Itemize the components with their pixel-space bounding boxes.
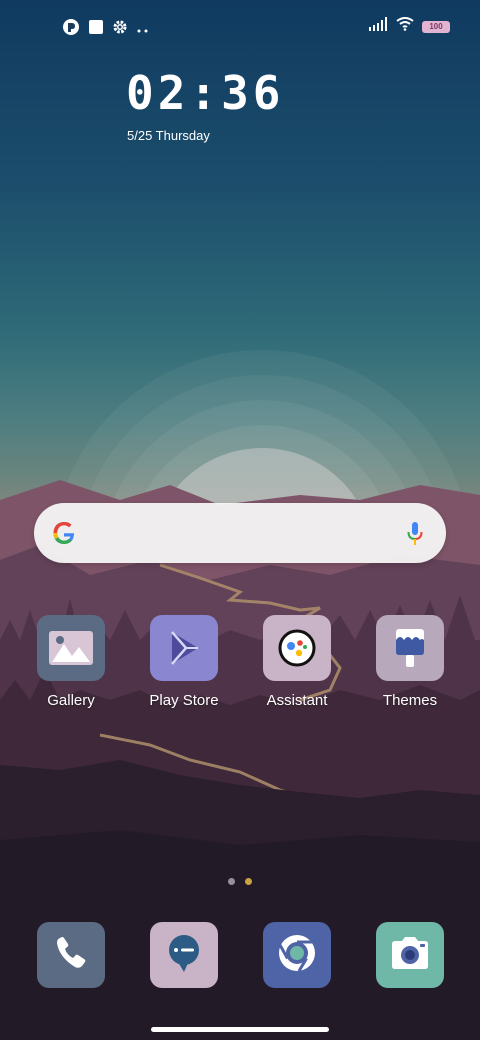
more-dots-icon xyxy=(136,21,150,39)
play-store-icon[interactable] xyxy=(150,615,218,681)
dock-messages[interactable] xyxy=(150,922,218,988)
status-bar-system: 100 xyxy=(368,17,450,36)
phone-icon xyxy=(51,933,91,978)
page-dot-active xyxy=(245,878,252,885)
google-logo-icon xyxy=(50,519,78,552)
status-bar: 100 xyxy=(0,0,480,56)
microphone-icon[interactable] xyxy=(406,521,424,552)
app-notification-icon xyxy=(62,18,80,41)
square-notification-icon xyxy=(88,19,104,40)
app-label: Assistant xyxy=(266,692,328,709)
app-gallery[interactable]: Gallery xyxy=(26,615,116,709)
dock-chrome[interactable] xyxy=(263,922,331,988)
battery-icon: 100 xyxy=(422,20,450,33)
app-label: Themes xyxy=(382,692,438,709)
dock-camera[interactable] xyxy=(376,922,444,988)
google-search-bar[interactable] xyxy=(34,503,446,563)
home-indicator[interactable] xyxy=(151,1027,329,1032)
page-indicator xyxy=(228,878,252,885)
clock-date[interactable]: 5/25 Thursday xyxy=(127,128,210,143)
app-label: Gallery xyxy=(47,692,95,709)
dock-phone[interactable] xyxy=(37,922,105,988)
wifi-icon xyxy=(396,17,414,36)
signal-icon xyxy=(368,17,388,36)
messages-icon xyxy=(162,931,206,980)
page-dot xyxy=(228,878,235,885)
app-label: Play Store xyxy=(149,692,219,709)
app-play-store[interactable]: Play Store xyxy=(139,615,229,709)
settings-icon xyxy=(112,19,128,40)
camera-icon xyxy=(388,935,432,976)
status-bar-notifications xyxy=(62,18,150,41)
app-themes[interactable]: Themes xyxy=(365,615,455,709)
clock-time[interactable]: 02:36 xyxy=(126,66,284,120)
gallery-icon[interactable] xyxy=(37,615,105,681)
chrome-icon xyxy=(275,931,319,980)
app-assistant[interactable]: Assistant xyxy=(252,615,342,709)
themes-icon[interactable] xyxy=(376,615,444,681)
assistant-icon[interactable] xyxy=(263,615,331,681)
